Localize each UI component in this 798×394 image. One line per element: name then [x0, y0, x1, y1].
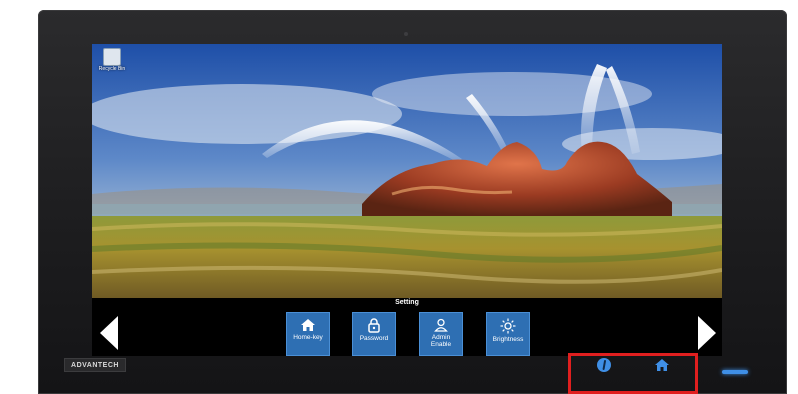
display-screen: Recycle Bin Setting Home-key Password Ad… [92, 44, 722, 356]
home-key-label: Home-key [293, 334, 323, 341]
recycle-bin-shortcut[interactable]: Recycle Bin [96, 48, 128, 76]
sun-icon [500, 318, 516, 334]
camera-icon [404, 32, 408, 36]
user-icon [434, 318, 448, 332]
recycle-bin-icon [103, 48, 121, 66]
advantech-logo: ADVANTECH [64, 358, 126, 372]
recycle-bin-label: Recycle Bin [98, 66, 126, 72]
osd-title: Setting [395, 299, 419, 306]
desktop-wallpaper [92, 44, 722, 298]
password-label: Password [359, 335, 389, 342]
osd-settings-bar: Setting Home-key Password Admin Enable B… [92, 298, 722, 356]
home-key-button[interactable]: Home-key [286, 312, 330, 356]
admin-enable-button[interactable]: Admin Enable [419, 312, 463, 356]
lock-icon [368, 318, 380, 333]
arrow-left-icon[interactable] [100, 316, 118, 350]
brightness-button[interactable]: Brightness [486, 312, 530, 356]
home-icon [301, 319, 315, 331]
brightness-label: Brightness [492, 336, 524, 343]
arrow-right-icon[interactable] [698, 316, 716, 350]
power-led-indicator [722, 370, 748, 374]
highlight-box [568, 353, 698, 394]
admin-enable-label: Admin Enable [430, 334, 452, 348]
password-button[interactable]: Password [352, 312, 396, 356]
